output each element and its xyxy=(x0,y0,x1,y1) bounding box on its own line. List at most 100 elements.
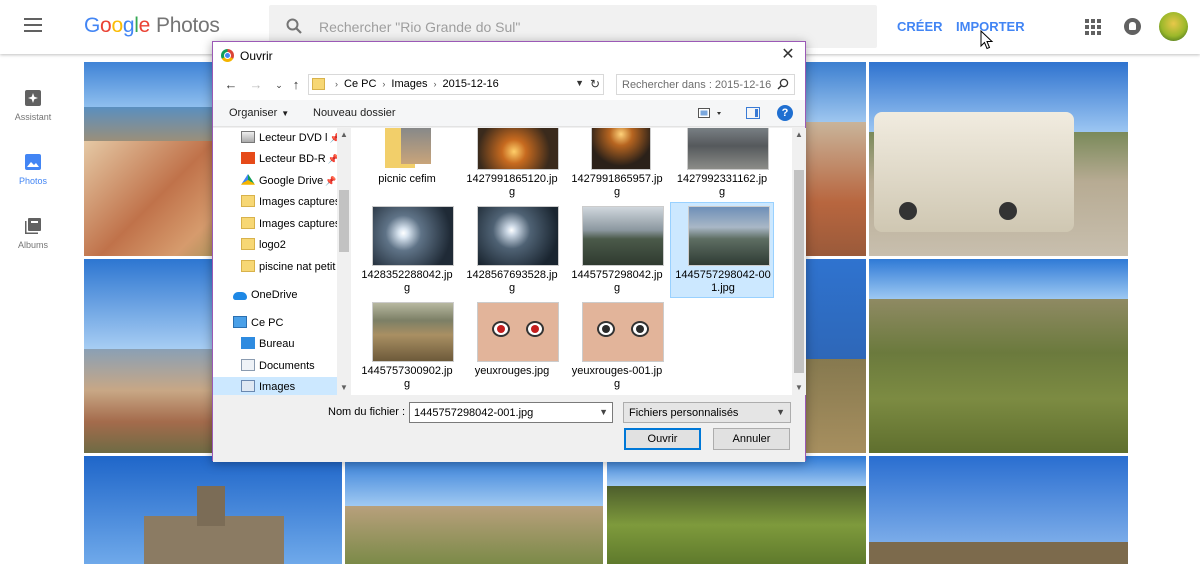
folder-search-input[interactable] xyxy=(622,77,772,92)
tree-item-bdr-drive[interactable]: Lecteur BD-R 📌 xyxy=(241,149,339,169)
file-open-dialog: Ouvrir ✕ ← → ⌄ ↑ › Ce PC › Images › 2015-12-1… xyxy=(212,41,806,462)
file-list: picnic cefim 1427991865120.jpg 142799186… xyxy=(351,128,792,395)
nav-label-assistant: Assistant xyxy=(14,112,52,122)
scroll-down-icon[interactable]: ▼ xyxy=(340,383,348,392)
nav-label-albums: Albums xyxy=(17,240,48,250)
chevron-down-icon[interactable]: ▼ xyxy=(599,407,608,417)
recent-locations-dropdown-icon[interactable]: ⌄ xyxy=(271,77,287,93)
folder-search-box[interactable] xyxy=(616,74,795,95)
chevron-down-icon[interactable]: ▼ xyxy=(575,78,584,88)
nav-item-albums[interactable]: Albums xyxy=(0,216,66,250)
forward-arrow-icon[interactable]: → xyxy=(248,77,264,93)
folder-icon xyxy=(241,195,255,207)
documents-folder-icon xyxy=(241,359,255,371)
tree-item-images[interactable]: Images xyxy=(213,377,337,395)
scrollbar-thumb[interactable] xyxy=(794,170,804,373)
scroll-up-icon[interactable]: ▲ xyxy=(340,130,348,139)
cancel-button[interactable]: Annuler xyxy=(713,428,790,450)
albums-icon xyxy=(23,216,43,236)
file-item-image-selected[interactable]: 1445757298042-001.jpg xyxy=(670,202,774,298)
photo-thumbnail[interactable] xyxy=(869,62,1128,256)
photo-thumbnail[interactable] xyxy=(345,456,603,564)
image-thumbnail xyxy=(477,302,559,362)
organize-menu[interactable]: Organiser ▼ xyxy=(229,107,289,119)
close-icon[interactable]: ✕ xyxy=(777,45,799,65)
images-folder-icon xyxy=(241,380,255,392)
file-item-folder[interactable]: picnic cefim xyxy=(355,128,459,206)
image-thumbnail xyxy=(688,206,770,266)
tree-item-documents[interactable]: Documents xyxy=(241,356,315,376)
file-item-image[interactable]: 1445757300902.jpg xyxy=(355,302,459,395)
breadcrumb-item[interactable]: Images xyxy=(391,78,427,90)
hamburger-menu-icon[interactable] xyxy=(24,18,42,32)
computer-icon xyxy=(233,316,247,328)
photo-thumbnail[interactable] xyxy=(806,62,866,256)
tree-item-this-pc[interactable]: Ce PC xyxy=(233,313,283,333)
photo-thumbnail[interactable] xyxy=(869,259,1128,453)
dialog-footer: Nom du fichier : 1445757298042-001.jpg ▼… xyxy=(213,395,805,462)
tree-item-folder[interactable]: piscine nat petit xyxy=(241,257,335,277)
notifications-icon[interactable] xyxy=(1124,18,1141,35)
preview-pane-icon[interactable] xyxy=(746,107,760,119)
nav-label-photos: Photos xyxy=(18,176,48,186)
image-thumbnail xyxy=(591,128,651,170)
file-item-image[interactable]: 1427991865957.jpg xyxy=(565,128,669,206)
up-arrow-icon[interactable]: ↑ xyxy=(288,77,304,93)
photo-thumbnail[interactable] xyxy=(607,456,866,564)
new-folder-button[interactable]: Nouveau dossier xyxy=(313,107,396,119)
folder-icon xyxy=(241,217,255,229)
tree-item-folder[interactable]: logo2 xyxy=(241,235,286,255)
tree-item-onedrive[interactable]: OneDrive xyxy=(233,285,297,305)
file-item-image[interactable]: yeuxrouges-001.jpg xyxy=(565,302,669,395)
tree-item-dvd-drive[interactable]: Lecteur DVD l 📌 xyxy=(241,128,341,148)
change-view-icon[interactable] xyxy=(698,107,726,120)
photo-thumbnail[interactable] xyxy=(84,456,342,564)
image-thumbnail xyxy=(687,128,769,170)
file-type-select[interactable]: Fichiers personnalisés ▼ xyxy=(623,402,791,423)
image-thumbnail xyxy=(477,206,559,266)
dvd-drive-icon xyxy=(241,131,255,143)
photo-thumbnail[interactable] xyxy=(869,456,1128,564)
address-bar[interactable]: › Ce PC › Images › 2015-12-16 ▼ ↻ xyxy=(308,74,604,95)
tree-item-folder[interactable]: Images captures xyxy=(241,214,340,234)
file-item-image[interactable]: 1428567693528.jpg xyxy=(460,206,564,302)
assistant-icon xyxy=(23,88,43,108)
file-item-image[interactable]: yeuxrouges.jpg xyxy=(460,302,564,395)
tree-item-folder[interactable]: Images captures xyxy=(241,192,340,212)
search-input[interactable] xyxy=(319,16,859,38)
help-icon[interactable]: ? xyxy=(777,105,793,121)
search-icon[interactable] xyxy=(286,18,302,34)
back-arrow-icon[interactable]: ← xyxy=(223,77,239,93)
search-icon[interactable] xyxy=(777,78,789,90)
chrome-icon xyxy=(221,49,234,62)
google-photos-logo[interactable]: Google Photos xyxy=(84,14,220,38)
apps-grid-icon[interactable] xyxy=(1085,19,1101,35)
scroll-down-icon[interactable]: ▼ xyxy=(795,383,803,392)
file-item-image[interactable]: 1427991865120.jpg xyxy=(460,128,564,206)
tree-scrollbar[interactable]: ▲ ▼ xyxy=(337,128,351,395)
image-thumbnail xyxy=(477,128,559,170)
nav-item-assistant[interactable]: Assistant xyxy=(0,88,66,122)
desktop-folder-icon xyxy=(241,337,255,349)
tree-item-desktop[interactable]: Bureau xyxy=(241,334,294,354)
nav-item-photos[interactable]: Photos xyxy=(0,152,66,186)
image-thumbnail xyxy=(582,302,664,362)
refresh-icon[interactable]: ↻ xyxy=(590,77,600,91)
photos-icon xyxy=(23,152,43,172)
dialog-titlebar[interactable]: Ouvrir ✕ xyxy=(213,42,805,70)
breadcrumb-item[interactable]: Ce PC xyxy=(344,78,376,90)
file-item-image[interactable]: 1445757298042.jpg xyxy=(565,206,669,302)
dialog-nav-row: ← → ⌄ ↑ › Ce PC › Images › 2015-12-16 ▼ ↻ xyxy=(213,70,805,100)
avatar[interactable] xyxy=(1159,12,1188,41)
scrollbar-thumb[interactable] xyxy=(339,190,349,252)
file-list-scrollbar[interactable]: ▲ ▼ xyxy=(792,128,806,395)
create-button[interactable]: CRÉER xyxy=(897,19,943,34)
filename-field[interactable]: 1445757298042-001.jpg ▼ xyxy=(409,402,613,423)
open-button[interactable]: Ouvrir xyxy=(624,428,701,450)
breadcrumb-item[interactable]: 2015-12-16 xyxy=(442,78,498,90)
photo-thumbnail[interactable] xyxy=(806,259,866,453)
scroll-up-icon[interactable]: ▲ xyxy=(795,130,803,139)
tree-item-google-drive[interactable]: Google Drive 📌 xyxy=(241,171,336,191)
file-item-image[interactable]: 1428352288042.jpg xyxy=(355,206,459,302)
file-item-image[interactable]: 1427992331162.jpg xyxy=(670,128,774,206)
